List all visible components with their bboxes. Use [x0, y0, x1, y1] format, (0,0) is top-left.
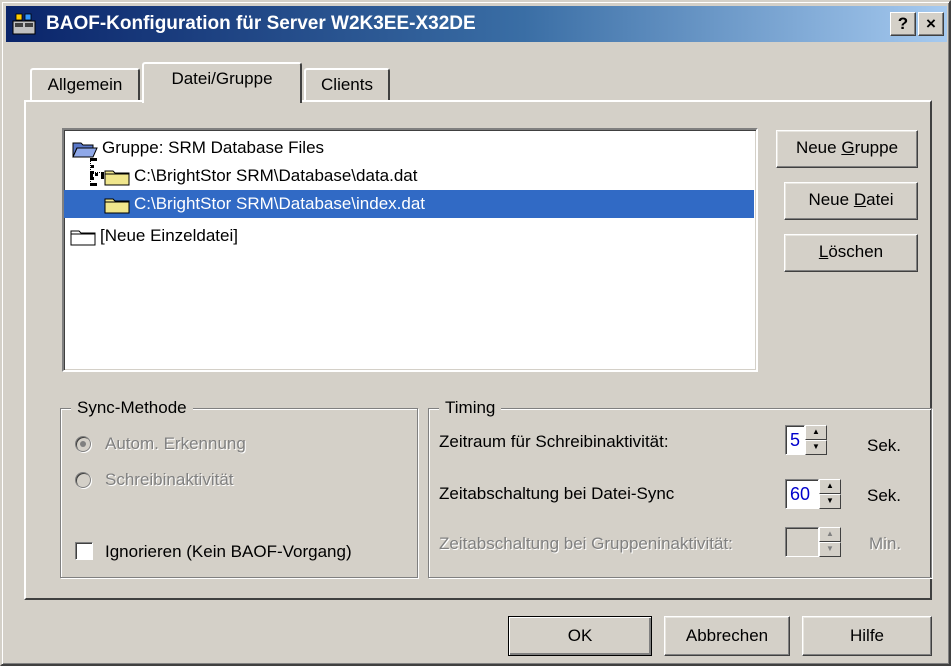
file-sync-timeout-input[interactable]: 60 [785, 479, 819, 509]
tab-clients[interactable]: Clients [304, 68, 390, 100]
write-inactivity-input[interactable]: 5 [785, 425, 805, 455]
radio-auto-detect[interactable] [75, 436, 91, 452]
ignore-checkbox-label: Ignorieren (Kein BAOF-Vorgang) [105, 542, 352, 561]
write-inactivity-unit: Sek. [867, 436, 902, 455]
button-label-accel: G [841, 138, 855, 157]
spin-up-icon[interactable]: ▲ [805, 425, 827, 440]
write-inactivity-label: Zeitraum für Schreibinaktivität: [439, 432, 669, 451]
cancel-button[interactable]: Abbrechen [664, 616, 790, 656]
file-sync-timeout-label: Zeitabschaltung bei Datei-Sync [439, 484, 675, 503]
dialog-window: BAOF-Konfiguration für Server W2K3EE-X32… [0, 0, 951, 666]
tree-item-label: C:\BrightStor SRM\Database\data.dat [134, 166, 418, 185]
empty-folder-icon [70, 230, 96, 246]
button-label: Neue [795, 138, 842, 157]
sync-method-group: Sync-Methode Autom. Erkennung Schreibina… [60, 397, 418, 578]
group-inactivity-input[interactable] [785, 527, 819, 557]
file-sync-timeout-spinner[interactable]: ▲ ▼ [819, 479, 841, 509]
app-icon [12, 13, 36, 35]
delete-button[interactable]: Löschen [784, 234, 918, 272]
group-inactivity-label: Zeitabschaltung bei Gruppeninaktivität: [439, 534, 733, 553]
tree-item-data-dat[interactable]: C:\BrightStor SRM\Database\data.dat [104, 162, 584, 190]
spin-down-icon[interactable]: ▼ [819, 542, 841, 557]
timing-title: Timing [439, 397, 502, 419]
title-bar[interactable]: BAOF-Konfiguration für Server W2K3EE-X32… [6, 6, 947, 42]
button-label: ruppe [854, 138, 899, 157]
help-button[interactable]: Hilfe [802, 616, 932, 656]
radio-write-inactivity-label: Schreibinaktivität [105, 470, 234, 489]
folder-icon [104, 170, 130, 186]
spin-up-icon[interactable]: ▲ [819, 479, 841, 494]
new-group-button[interactable]: Neue Gruppe [776, 130, 918, 168]
tree-item-label: [Neue Einzeldatei] [100, 226, 238, 245]
radio-auto-detect-label: Autom. Erkennung [105, 434, 246, 453]
write-inactivity-spinner[interactable]: ▲ ▼ [805, 425, 827, 455]
radio-dot [80, 441, 86, 447]
tab-datei-gruppe[interactable]: Datei/Gruppe [142, 62, 302, 103]
group-inactivity-spinner[interactable]: ▲ ▼ [819, 527, 841, 557]
button-label: atei [866, 190, 894, 209]
tree-connector [90, 172, 104, 176]
timing-group: Timing Zeitraum für Schreibinaktivität: … [428, 397, 932, 578]
file-sync-timeout-unit: Sek. [867, 486, 902, 505]
tree-item-group[interactable]: Gruppe: SRM Database Files [70, 134, 470, 162]
button-label: öschen [828, 242, 884, 261]
tree-item-index-dat[interactable]: C:\BrightStor SRM\Database\index.dat [64, 190, 754, 218]
button-label: Neue [808, 190, 854, 209]
close-button[interactable]: × [918, 12, 944, 36]
open-folder-icon [72, 142, 98, 158]
button-label-accel: L [818, 242, 829, 261]
help-title-button[interactable]: ? [890, 12, 916, 36]
spin-up-icon[interactable]: ▲ [819, 527, 841, 542]
spin-down-icon[interactable]: ▼ [819, 494, 841, 509]
group-inactivity-unit: Min. [869, 534, 902, 553]
radio-write-inactivity[interactable] [75, 472, 91, 488]
window-title: BAOF-Konfiguration für Server W2K3EE-X32… [46, 13, 476, 34]
folder-icon [104, 198, 130, 214]
new-file-button[interactable]: Neue Datei [784, 182, 918, 220]
sync-method-title: Sync-Methode [71, 397, 193, 419]
tab-allgemein[interactable]: Allgemein [30, 68, 140, 100]
ok-button[interactable]: OK [508, 616, 652, 656]
tree-item-label: Gruppe: SRM Database Files [102, 138, 325, 157]
file-group-tree[interactable]: Gruppe: SRM Database Files C:\BrightStor… [62, 128, 758, 372]
spin-down-icon[interactable]: ▼ [805, 440, 827, 455]
ignore-checkbox[interactable] [75, 542, 93, 560]
tree-item-label: C:\BrightStor SRM\Database\index.dat [134, 194, 426, 213]
button-label-accel: D [853, 190, 867, 209]
tree-item-new-file[interactable]: [Neue Einzeldatei] [70, 222, 470, 250]
